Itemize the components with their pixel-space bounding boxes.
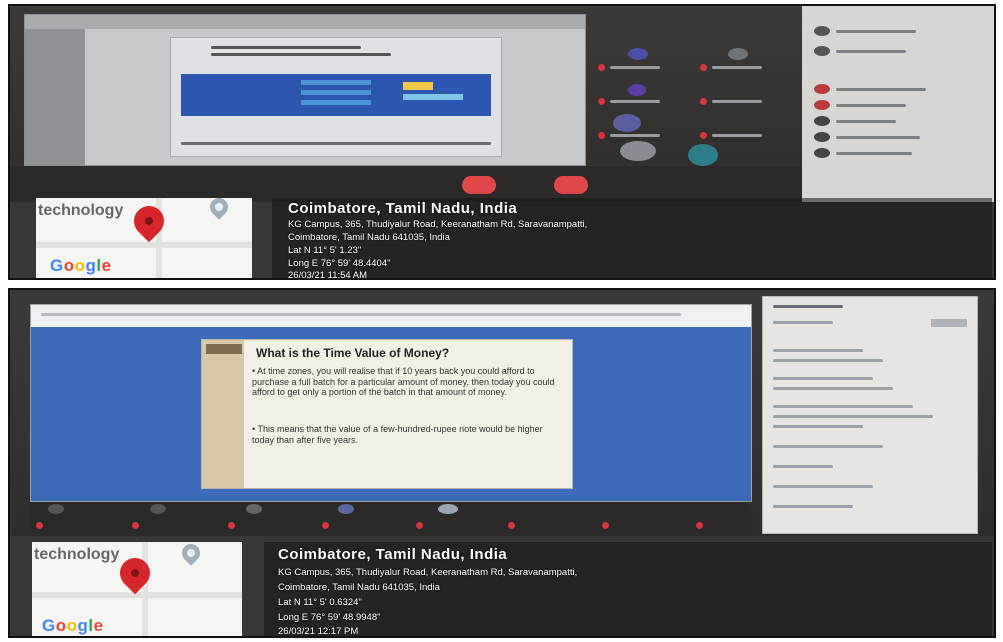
address-line: KG Campus, 365, Thudiyalur Road, Keerana… [278, 567, 578, 578]
participant-avatar[interactable] [620, 141, 656, 161]
location-title: Coimbatore, Tamil Nadu, India [278, 546, 508, 563]
latitude: Lat N 11° 5' 0.6324" [278, 597, 362, 608]
map-thumbnail: technology Google [32, 542, 242, 636]
current-slide: What is the Time Value of Money? • At ti… [201, 339, 573, 489]
participant-avatar[interactable] [246, 504, 262, 514]
monitor-screen [10, 6, 994, 202]
participant-avatar[interactable] [48, 504, 64, 514]
slide-banner [181, 74, 491, 116]
thumbnail-strip [25, 29, 85, 165]
map-label: technology [34, 546, 120, 563]
timestamp: 26/03/21 12:17 PM [278, 626, 359, 637]
map-thumbnail: technology Google [36, 198, 252, 278]
latitude: Lat N 11° 5' 1.23" [288, 245, 362, 256]
slide-logo [206, 344, 242, 354]
participant-avatar[interactable] [438, 504, 458, 514]
slide-accent-bar [202, 340, 244, 488]
slide-bullet: • This means that the value of a few-hun… [252, 424, 543, 445]
participants-panel[interactable] [802, 6, 994, 202]
meeting-controls-bar [30, 502, 750, 536]
map-pin-icon [127, 199, 171, 243]
ribbon-toolbar [31, 305, 751, 327]
address-line: Coimbatore, Tamil Nadu 641035, India [288, 232, 450, 243]
participant-avatar[interactable] [628, 48, 648, 60]
participant-avatar[interactable] [688, 144, 718, 166]
photo-panel-top: technology Google Coimbatore, Tamil Nadu… [8, 4, 996, 280]
location-title: Coimbatore, Tamil Nadu, India [288, 200, 518, 217]
powerpoint-window: What is the Time Value of Money? • At ti… [30, 304, 752, 502]
timestamp: 26/03/21 11:54 AM [288, 270, 368, 280]
participant-avatar[interactable] [338, 504, 354, 514]
location-marker-icon [206, 198, 232, 220]
photo-panel-bottom: What is the Time Value of Money? • At ti… [8, 288, 996, 638]
slide-preview [170, 37, 502, 157]
slide-bullet: • At time zones, you will realise that i… [252, 366, 555, 397]
monitor-screen: What is the Time Value of Money? • At ti… [10, 290, 994, 536]
address-line: KG Campus, 365, Thudiyalur Road, Keerana… [288, 219, 588, 230]
location-marker-icon [178, 542, 204, 566]
meeting-controls-bar [10, 166, 802, 202]
longitude: Long E 76° 59' 48.9948" [278, 612, 381, 623]
chat-panel[interactable] [762, 296, 978, 534]
geotag-caption: Coimbatore, Tamil Nadu, India KG Campus,… [264, 542, 992, 637]
participant-avatar[interactable] [728, 48, 748, 60]
map-pin-icon [113, 551, 157, 595]
google-logo: Google [50, 256, 112, 275]
participant-avatar[interactable] [613, 114, 641, 132]
leave-icon[interactable] [554, 176, 588, 194]
participant-avatar[interactable] [150, 504, 166, 514]
google-logo: Google [42, 616, 104, 635]
address-line: Coimbatore, Tamil Nadu 641035, India [278, 582, 440, 593]
geotag-caption: Coimbatore, Tamil Nadu, India KG Campus,… [272, 198, 992, 280]
end-meeting-icon[interactable] [462, 176, 496, 194]
shared-screen-window [24, 14, 586, 166]
map-label: technology [38, 202, 124, 219]
window-titlebar [25, 15, 585, 29]
participant-avatar[interactable] [628, 84, 646, 96]
slide-title: What is the Time Value of Money? [256, 346, 450, 360]
